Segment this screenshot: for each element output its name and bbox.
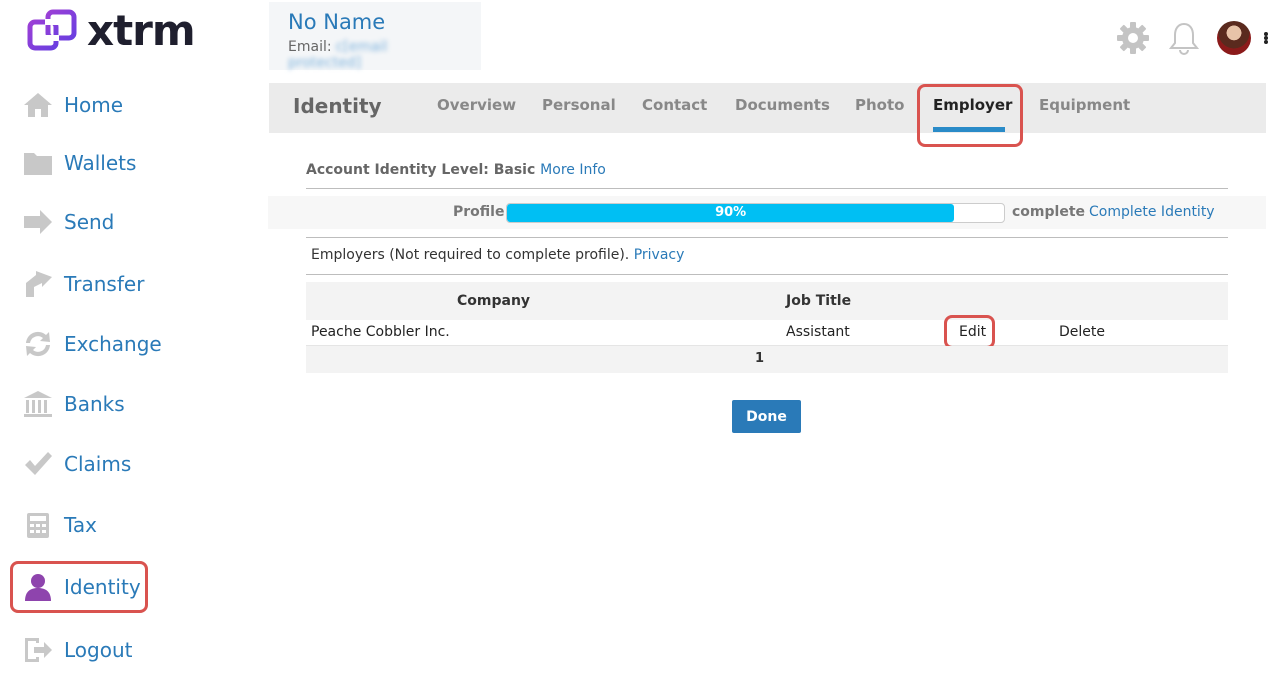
sidebar-item-exchange[interactable]: Exchange [22,324,162,364]
table-header: Company Job Title [306,282,1228,320]
profile-label: Profile [453,204,505,220]
logout-icon [22,634,54,666]
sidebar-item-label: Wallets [64,151,137,175]
kebab-menu-icon[interactable] [1263,28,1269,48]
profile-progress-row: Profile 90% complete Complete Identity [268,196,1266,229]
profile-complete: complete Complete Identity [1012,204,1215,220]
sidebar-item-transfer[interactable]: Transfer [22,264,144,304]
employers-table: Company Job Title Peache Cobbler Inc. As… [306,282,1228,373]
sidebar-item-label: Send [64,210,115,234]
bank-icon [22,388,54,420]
avatar[interactable] [1217,21,1251,55]
sidebar-item-label: Banks [64,392,125,416]
header-actions [1099,20,1269,56]
divider [306,237,1228,238]
sidebar-item-logout[interactable]: Logout [22,630,132,670]
identity-tabbar: Identity Overview Personal Contact Docum… [269,83,1266,147]
cell-job-title: Assistant [786,324,850,340]
progress-percent: 90% [715,205,747,220]
arrow-right-icon [22,206,54,238]
identity-level: Account Identity Level: Basic More Info [306,162,606,178]
page-number[interactable]: 1 [755,351,764,366]
exchange-icon [22,328,54,360]
home-icon [22,89,54,121]
sidebar-item-banks[interactable]: Banks [22,384,125,424]
sidebar-item-label: Claims [64,452,132,476]
folder-icon [22,147,54,179]
sidebar-item-label: Tax [64,513,97,537]
table-pager: 1 [306,346,1228,373]
sidebar-item-label: Home [64,93,124,117]
complete-text: complete [1012,204,1086,220]
tab-equipment[interactable]: Equipment [1039,96,1130,114]
bell-icon[interactable] [1167,20,1201,56]
logo-text: xtrm [87,6,196,55]
user-email: Email: c[email protected] [288,39,462,71]
complete-identity-link[interactable]: Complete Identity [1089,204,1215,220]
edit-highlight [944,315,995,349]
tab-photo[interactable]: Photo [855,96,904,114]
cell-company: Peache Cobbler Inc. [311,324,450,340]
tab-overview[interactable]: Overview [437,96,516,114]
sidebar-item-wallets[interactable]: Wallets [22,143,136,183]
sidebar-item-home[interactable]: Home [22,85,123,125]
user-name: No Name [288,10,386,34]
identity-highlight [10,561,148,613]
more-info-link[interactable]: More Info [540,162,606,178]
tab-documents[interactable]: Documents [735,96,830,114]
employers-note-text: Employers (Not required to complete prof… [311,247,630,263]
divider [306,188,1228,189]
sidebar-item-claims[interactable]: Claims [22,444,131,484]
tab-personal[interactable]: Personal [542,96,616,114]
divider [306,274,1228,275]
email-label: Email: [288,39,332,55]
sidebar-item-label: Logout [64,638,133,662]
section-title: Identity [293,94,382,118]
done-button[interactable]: Done [732,400,801,433]
sidebar-item-label: Transfer [64,272,145,296]
profile-progress-bar: 90% [506,203,1005,223]
identity-level-text: Account Identity Level: Basic [306,162,536,178]
sidebar-item-label: Exchange [64,332,162,356]
column-job-title: Job Title [786,293,852,309]
checkmark-icon [22,448,54,480]
sidebar-item-send[interactable]: Send [22,202,114,242]
gear-icon[interactable] [1115,20,1151,56]
employer-tab-highlight [917,84,1023,147]
column-company: Company [457,293,531,309]
tab-contact[interactable]: Contact [642,96,707,114]
transfer-arrow-icon [22,268,54,300]
employers-note: Employers (Not required to complete prof… [311,247,684,263]
xtrm-logo-mark [27,8,79,54]
calculator-icon [22,509,54,541]
delete-link[interactable]: Delete [1059,324,1105,340]
table-row: Peache Cobbler Inc. Assistant Edit Delet… [306,315,1228,349]
sidebar-item-tax[interactable]: Tax [22,505,97,545]
privacy-link[interactable]: Privacy [634,247,685,263]
user-card: No Name Email: c[email protected] [269,2,481,71]
xtrm-logo[interactable]: xtrm [27,6,196,55]
